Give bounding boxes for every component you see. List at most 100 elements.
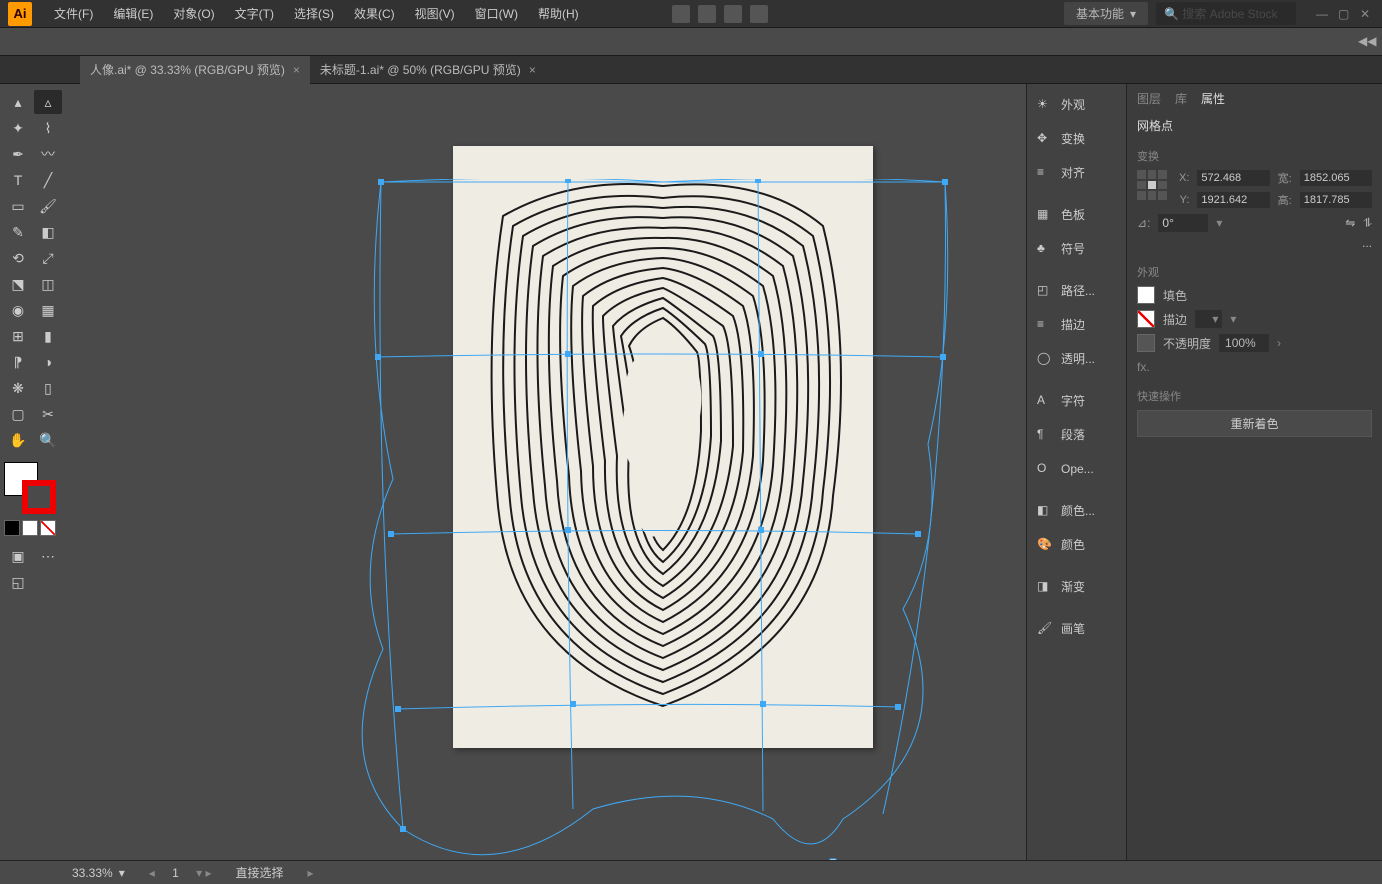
color-mode-none[interactable] xyxy=(40,520,56,536)
color-mode-solid[interactable] xyxy=(4,520,20,536)
menu-select[interactable]: 选择(S) xyxy=(284,5,344,22)
more-options-icon[interactable]: ... xyxy=(1362,236,1372,250)
search-input[interactable]: 🔍 搜索 Adobe Stock xyxy=(1156,2,1296,25)
chevron-right-icon[interactable]: › xyxy=(1277,336,1281,350)
menu-effect[interactable]: 效果(C) xyxy=(344,5,405,22)
magic-wand-tool[interactable]: ✦ xyxy=(4,116,32,140)
curvature-tool[interactable]: 〰 xyxy=(34,142,62,166)
rotate-tool[interactable]: ⟲ xyxy=(4,246,32,270)
gradient-tool[interactable]: ▮ xyxy=(34,324,62,348)
dock-transparency[interactable]: ◯透明... xyxy=(1027,342,1126,376)
perspective-tool[interactable]: ▦ xyxy=(34,298,62,322)
dock-swatches[interactable]: ▦色板 xyxy=(1027,198,1126,232)
angle-input[interactable]: 0° xyxy=(1158,214,1208,232)
lasso-tool[interactable]: ⌇ xyxy=(34,116,62,140)
draw-mode[interactable]: ◱ xyxy=(4,570,32,594)
flip-h-icon[interactable]: ⇋ xyxy=(1345,216,1355,230)
maximize-icon[interactable]: ▢ xyxy=(1338,7,1352,21)
blend-tool[interactable]: ◑ xyxy=(34,350,62,374)
x-input[interactable]: 572.468 xyxy=(1197,170,1269,186)
hand-tool[interactable]: ✋ xyxy=(4,428,32,452)
rectangle-tool[interactable]: ▭ xyxy=(4,194,32,218)
line-tool[interactable]: ╱ xyxy=(34,168,62,192)
menu-file[interactable]: 文件(F) xyxy=(44,5,103,22)
reference-point-selector[interactable] xyxy=(1137,170,1167,200)
tab-close-icon[interactable]: × xyxy=(293,63,300,77)
column-graph-tool[interactable]: ▯ xyxy=(34,376,62,400)
menu-edit[interactable]: 编辑(E) xyxy=(103,5,163,22)
rocket-icon[interactable] xyxy=(750,5,768,23)
dock-label: 外观 xyxy=(1061,96,1085,113)
dock-color-guide[interactable]: ◧颜色... xyxy=(1027,494,1126,528)
screen-mode-tool[interactable]: ▣ xyxy=(4,544,32,568)
paintbrush-tool[interactable]: 🖌 xyxy=(34,194,62,218)
menu-type[interactable]: 文字(T) xyxy=(225,5,284,22)
stock-icon[interactable] xyxy=(698,5,716,23)
minimize-icon[interactable]: — xyxy=(1316,7,1330,21)
dock-character[interactable]: A字符 xyxy=(1027,384,1126,418)
y-input[interactable]: 1921.642 xyxy=(1197,192,1269,208)
color-mode-gradient[interactable] xyxy=(22,520,38,536)
symbol-sprayer-tool[interactable]: ❋ xyxy=(4,376,32,400)
h-input[interactable]: 1817.785 xyxy=(1300,192,1372,208)
tab-close-icon[interactable]: × xyxy=(529,63,536,77)
dock-gradient[interactable]: ◨渐变 xyxy=(1027,570,1126,604)
panel-tab-properties[interactable]: 属性 xyxy=(1201,90,1225,107)
document-tab-0[interactable]: 人像.ai* @ 33.33% (RGB/GPU 预览) × xyxy=(80,56,310,84)
recolor-button[interactable]: 重新着色 xyxy=(1137,410,1372,437)
dock-opentype[interactable]: OOpe... xyxy=(1027,452,1126,486)
edit-toolbar[interactable]: ⋯ xyxy=(34,544,62,568)
panel-tab-libraries[interactable]: 库 xyxy=(1175,90,1187,107)
dock-align[interactable]: ≡对齐 xyxy=(1027,156,1126,190)
stroke-color-swatch[interactable] xyxy=(1137,310,1155,328)
shape-builder-tool[interactable]: ◉ xyxy=(4,298,32,322)
zoom-tool[interactable]: 🔍 xyxy=(34,428,62,452)
dock-color[interactable]: 🎨颜色 xyxy=(1027,528,1126,562)
stroke-swatch[interactable] xyxy=(22,480,56,514)
dock-pathfinder[interactable]: ◰路径... xyxy=(1027,274,1126,308)
chevron-down-icon[interactable]: ▾ xyxy=(119,866,125,880)
eraser-tool[interactable]: ◧ xyxy=(34,220,62,244)
fx-label[interactable]: fx. xyxy=(1137,360,1372,374)
document-tab-1[interactable]: 未标题-1.ai* @ 50% (RGB/GPU 预览) × xyxy=(310,56,546,84)
flip-v-icon[interactable]: ⥮ xyxy=(1363,216,1372,231)
zoom-value[interactable]: 33.33% xyxy=(72,866,113,880)
menu-help[interactable]: 帮助(H) xyxy=(528,5,589,22)
stroke-weight-input[interactable] xyxy=(1195,310,1222,328)
opacity-input[interactable]: 100% xyxy=(1219,334,1269,352)
chevron-down-icon[interactable]: ▾ xyxy=(1230,312,1236,326)
eyedropper-tool[interactable]: ⁋ xyxy=(4,350,32,374)
shaper-tool[interactable]: ✎ xyxy=(4,220,32,244)
panel-tab-layers[interactable]: 图层 xyxy=(1137,90,1161,107)
arrange-icon[interactable] xyxy=(724,5,742,23)
chevron-down-icon[interactable]: ▾ xyxy=(1216,216,1222,230)
slice-tool[interactable]: ✂ xyxy=(34,402,62,426)
dock-stroke[interactable]: ≡描边 xyxy=(1027,308,1126,342)
dock-appearance[interactable]: ☀外观 xyxy=(1027,88,1126,122)
panel-collapse-icon[interactable]: ◀◀ xyxy=(1358,34,1374,50)
dock-paragraph[interactable]: ¶段落 xyxy=(1027,418,1126,452)
artboard-number[interactable]: 1 xyxy=(172,866,179,880)
dock-symbols[interactable]: ♣符号 xyxy=(1027,232,1126,266)
free-transform-tool[interactable]: ◫ xyxy=(34,272,62,296)
bridge-icon[interactable] xyxy=(672,5,690,23)
pen-tool[interactable]: ✒ xyxy=(4,142,32,166)
menu-object[interactable]: 对象(O) xyxy=(163,5,224,22)
selection-tool[interactable]: ▴ xyxy=(4,90,32,114)
workspace-switcher[interactable]: 基本功能 ▾ xyxy=(1064,2,1148,25)
scale-tool[interactable]: ⤢ xyxy=(34,246,62,270)
mesh-tool[interactable]: ⊞ xyxy=(4,324,32,348)
dock-transform[interactable]: ✥变换 xyxy=(1027,122,1126,156)
close-icon[interactable]: ✕ xyxy=(1360,7,1374,21)
direct-selection-tool[interactable]: ▵ xyxy=(34,90,62,114)
fill-color-swatch[interactable] xyxy=(1137,286,1155,304)
fill-stroke-swatches[interactable] xyxy=(4,462,56,514)
w-input[interactable]: 1852.065 xyxy=(1300,170,1372,186)
menu-window[interactable]: 窗口(W) xyxy=(465,5,528,22)
width-tool[interactable]: ⬔ xyxy=(4,272,32,296)
type-tool[interactable]: T xyxy=(4,168,32,192)
canvas[interactable] xyxy=(70,84,1026,860)
dock-brushes[interactable]: 🖌画笔 xyxy=(1027,612,1126,646)
artboard-tool[interactable]: ▢ xyxy=(4,402,32,426)
menu-view[interactable]: 视图(V) xyxy=(405,5,465,22)
